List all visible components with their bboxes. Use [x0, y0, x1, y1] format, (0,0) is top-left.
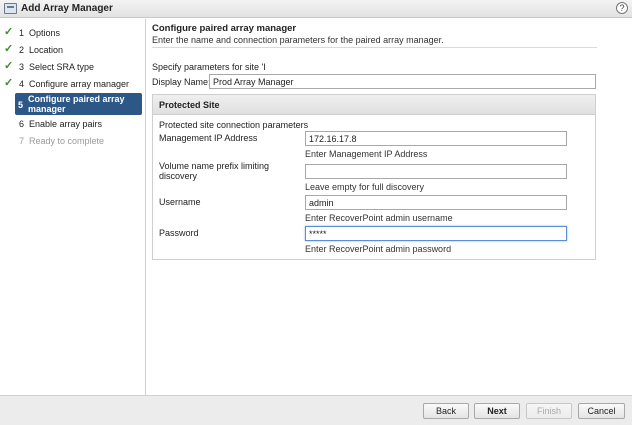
panel-title: Protected Site: [159, 100, 220, 110]
checkmark-icon: ✓: [4, 77, 14, 89]
display-name-label: Display Name:: [152, 77, 211, 87]
wizard-content: Configure paired array manager Enter the…: [147, 19, 632, 395]
password-label: Password: [159, 228, 199, 238]
username-input[interactable]: [305, 195, 567, 210]
step-number: 3: [19, 62, 25, 72]
divider: [152, 47, 597, 48]
checkmark-icon: ✓: [4, 43, 14, 55]
page-subtitle: Enter the name and connection parameters…: [152, 35, 444, 45]
window-titlebar: Add Array Manager ?: [0, 0, 632, 18]
step-configure-array-manager[interactable]: ✓ 4 Configure array manager: [2, 76, 142, 92]
step-label: Enable array pairs: [29, 119, 103, 129]
mgmt-ip-label: Management IP Address: [159, 133, 258, 143]
step-number: 2: [19, 45, 25, 55]
next-button[interactable]: Next: [474, 403, 520, 419]
step-label: Configure paired array manager: [28, 94, 125, 114]
username-label: Username: [159, 197, 201, 207]
array-manager-icon: [4, 3, 17, 14]
step-location[interactable]: ✓ 2 Location: [2, 42, 142, 58]
step-label: Configure array manager: [29, 79, 130, 89]
step-number: 1: [19, 28, 25, 38]
step-configure-paired-array-manager[interactable]: 5 Configure paired array manager: [15, 93, 142, 115]
finish-button: Finish: [526, 403, 572, 419]
password-input[interactable]: [305, 226, 567, 241]
protected-site-panel: Protected Site Protected site connection…: [152, 94, 596, 260]
step-label: Ready to complete: [29, 136, 105, 146]
prefix-input[interactable]: [305, 164, 567, 179]
mgmt-ip-hint: Enter Management IP Address: [305, 149, 428, 159]
prefix-hint: Leave empty for full discovery: [305, 182, 425, 192]
step-label: Options: [29, 28, 61, 38]
checkmark-icon: ✓: [4, 60, 14, 72]
password-hint: Enter RecoverPoint admin password: [305, 244, 452, 254]
panel-header: Protected Site: [153, 95, 595, 115]
wizard-footer: Back Next Finish Cancel: [0, 395, 632, 425]
mgmt-ip-input[interactable]: [305, 131, 567, 146]
step-label: Location: [29, 45, 64, 55]
step-number: 6: [19, 119, 25, 129]
panel-intro: Protected site connection parameters: [159, 120, 309, 130]
step-select-sra-type[interactable]: ✓ 3 Select SRA type: [2, 59, 142, 75]
step-ready-to-complete: 7 Ready to complete: [2, 133, 142, 149]
step-number: 4: [19, 79, 25, 89]
specify-parameters-text: Specify parameters for site 'I: [152, 62, 266, 72]
step-label: Select SRA type: [29, 62, 95, 72]
back-button[interactable]: Back: [423, 403, 469, 419]
step-options[interactable]: ✓ 1 Options: [2, 25, 142, 41]
wizard-steps-sidebar: ✓ 1 Options ✓ 2 Location ✓ 3 Select SRA …: [0, 19, 146, 395]
page-title: Configure paired array manager: [152, 23, 297, 34]
checkmark-icon: ✓: [4, 26, 14, 38]
username-hint: Enter RecoverPoint admin username: [305, 213, 453, 223]
step-number: 5: [18, 100, 24, 110]
step-enable-array-pairs[interactable]: 6 Enable array pairs: [2, 116, 142, 132]
window-title: Add Array Manager: [21, 3, 113, 14]
cancel-button[interactable]: Cancel: [578, 403, 625, 419]
prefix-label: Volume name prefix limiting discovery: [159, 161, 270, 181]
display-name-input[interactable]: [209, 74, 596, 89]
help-icon[interactable]: ?: [616, 2, 628, 14]
step-number: 7: [19, 136, 25, 146]
